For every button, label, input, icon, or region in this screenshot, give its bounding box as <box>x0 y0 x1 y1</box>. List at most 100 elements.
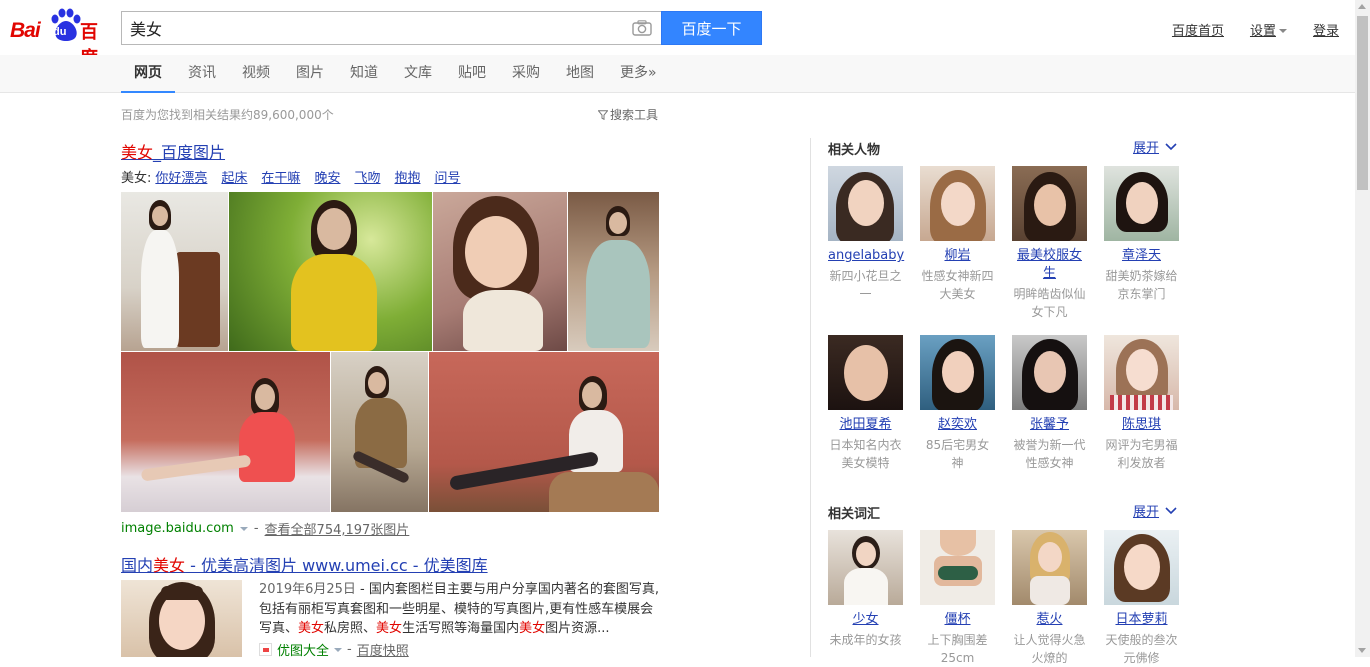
tab-zhidao[interactable]: 知道 <box>337 55 391 93</box>
term-name[interactable]: 少女 <box>828 611 903 629</box>
term-photo[interactable] <box>1104 530 1179 605</box>
person-desc: 被誉为新一代性感女神 <box>1013 438 1086 470</box>
search-input[interactable] <box>122 12 622 44</box>
person-photo[interactable] <box>1104 335 1179 410</box>
person-desc: 明眸皓齿似仙女下凡 <box>1013 287 1086 319</box>
settings-link[interactable]: 设置 <box>1250 20 1276 39</box>
person-photo[interactable] <box>1012 166 1087 241</box>
term-photo[interactable] <box>920 530 995 605</box>
search-tools-button[interactable]: 搜索工具 <box>598 106 658 123</box>
abstract-highlight: 美女 <box>519 621 546 636</box>
tab-tieba[interactable]: 贴吧 <box>445 55 499 93</box>
term-photo[interactable] <box>1012 530 1087 605</box>
result-title[interactable]: 美女_百度图片 <box>121 139 225 163</box>
grid-photo[interactable] <box>331 352 428 512</box>
term-photo[interactable] <box>828 530 903 605</box>
person-photo[interactable] <box>920 166 995 241</box>
person-photo[interactable] <box>1104 166 1179 241</box>
person-name[interactable]: 陈思琪 <box>1104 416 1179 434</box>
vertical-scrollbar[interactable] <box>1355 0 1370 657</box>
tab-map[interactable]: 地图 <box>553 55 607 93</box>
caret-down-icon[interactable] <box>239 526 248 531</box>
separator: - <box>253 521 259 536</box>
tab-news[interactable]: 资讯 <box>175 55 229 93</box>
related-query-link[interactable]: 飞吻 <box>354 167 380 186</box>
grid-photo[interactable] <box>121 352 330 512</box>
person-card[interactable]: angelababy 新四小花旦之一 <box>828 166 904 303</box>
person-photo[interactable] <box>828 166 903 241</box>
person-name[interactable]: 柳岩 <box>920 247 995 265</box>
term-card[interactable]: 僵杯 上下胸围差25cm <box>920 530 995 667</box>
caret-down-icon <box>1278 28 1287 33</box>
related-query-link[interactable]: 起床 <box>221 167 247 186</box>
person-photo[interactable] <box>920 335 995 410</box>
login-link[interactable]: 登录 <box>1313 20 1339 39</box>
chevron-down-icon <box>1165 142 1177 150</box>
person-card[interactable]: 章泽天 甜美奶茶嫁给京东掌门 <box>1104 166 1179 303</box>
result-title[interactable]: 国内美女 - 优美高清图片 www.umei.cc - 优美图库 <box>121 552 488 576</box>
tab-wenku[interactable]: 文库 <box>391 55 445 93</box>
person-desc: 85后宅男女神 <box>925 438 990 470</box>
tab-more[interactable]: 更多» <box>607 55 670 93</box>
related-query-link[interactable]: 问号 <box>434 167 460 186</box>
person-name[interactable]: 章泽天 <box>1104 247 1179 265</box>
term-desc: 未成年的女孩 <box>829 633 902 647</box>
person-name[interactable]: 最美校服女生 <box>1012 247 1087 283</box>
search-button[interactable]: 百度一下 <box>661 11 762 45</box>
title-highlight: 美女 <box>121 143 154 162</box>
person-name[interactable]: angelababy <box>828 247 904 265</box>
result-date: 2019年6月25日 <box>259 582 356 597</box>
grid-photo[interactable] <box>433 192 567 351</box>
term-name[interactable]: 日本萝莉 <box>1104 611 1179 629</box>
person-card[interactable]: 最美校服女生 明眸皓齿似仙女下凡 <box>1012 166 1087 321</box>
title-part: - 优美高清图片 www.umei.cc - 优美图库 <box>185 556 488 575</box>
tab-shopping[interactable]: 采购 <box>499 55 553 93</box>
person-name[interactable]: 赵奕欢 <box>920 416 995 434</box>
camera-icon[interactable] <box>632 20 652 36</box>
term-card[interactable]: 惹火 让人觉得火急火燎的 <box>1012 530 1087 667</box>
term-card[interactable]: 日本萝莉 天使般的叁次元佛修 <box>1104 530 1179 667</box>
snapshot-link[interactable]: 百度快照 <box>357 640 409 659</box>
term-card[interactable]: 少女 未成年的女孩 <box>828 530 903 649</box>
grid-photo[interactable] <box>568 192 659 351</box>
title-highlight: 美女 <box>153 556 186 575</box>
person-photo[interactable] <box>828 335 903 410</box>
tab-images[interactable]: 图片 <box>283 55 337 93</box>
search-box <box>121 11 662 45</box>
related-query-link[interactable]: 晚安 <box>314 167 340 186</box>
term-name[interactable]: 僵杯 <box>920 611 995 629</box>
tab-web[interactable]: 网页 <box>121 55 175 93</box>
homepage-link[interactable]: 百度首页 <box>1172 20 1224 39</box>
person-card[interactable]: 柳岩 性感女神新四大美女 <box>920 166 995 303</box>
grid-photo[interactable] <box>229 192 432 351</box>
source-site: 优图大全 <box>277 644 330 659</box>
expand-terms-button[interactable]: 展开 <box>1133 501 1177 520</box>
caret-down-icon[interactable] <box>334 647 343 652</box>
person-card[interactable]: 赵奕欢 85后宅男女神 <box>920 335 995 472</box>
person-name[interactable]: 池田夏希 <box>828 416 903 434</box>
person-card[interactable]: 张馨予 被誉为新一代性感女神 <box>1012 335 1087 472</box>
related-query-link[interactable]: 抱抱 <box>394 167 420 186</box>
person-name[interactable]: 张馨予 <box>1012 416 1087 434</box>
grid-photo[interactable] <box>121 192 228 351</box>
expand-people-button[interactable]: 展开 <box>1133 137 1177 156</box>
grid-photo[interactable] <box>429 352 659 512</box>
tab-video[interactable]: 视频 <box>229 55 283 93</box>
baidu-logo[interactable]: Bai du 百度 <box>10 8 114 69</box>
scroll-up-icon[interactable] <box>1358 4 1366 9</box>
settings-menu[interactable]: 设置 <box>1250 20 1287 39</box>
related-query-link[interactable]: 你好漂亮 <box>155 167 207 186</box>
view-all-images-link[interactable]: 查看全部754,197张图片 <box>265 519 410 538</box>
scroll-thumb[interactable] <box>1357 16 1368 190</box>
abstract-text: 图片资源... <box>545 621 610 636</box>
related-terms-title: 相关词汇 <box>828 507 881 522</box>
person-card[interactable]: 陈思琪 网评为宅男福利发放者 <box>1104 335 1179 472</box>
related-people-title: 相关人物 <box>828 143 881 158</box>
result-thumbnail[interactable] <box>121 580 242 657</box>
person-photo[interactable] <box>1012 335 1087 410</box>
term-desc: 上下胸围差25cm <box>927 633 988 665</box>
scroll-down-icon[interactable] <box>1358 648 1366 653</box>
term-name[interactable]: 惹火 <box>1012 611 1087 629</box>
related-query-link[interactable]: 在干嘛 <box>261 167 300 186</box>
person-card[interactable]: 池田夏希 日本知名内衣美女模特 <box>828 335 903 472</box>
